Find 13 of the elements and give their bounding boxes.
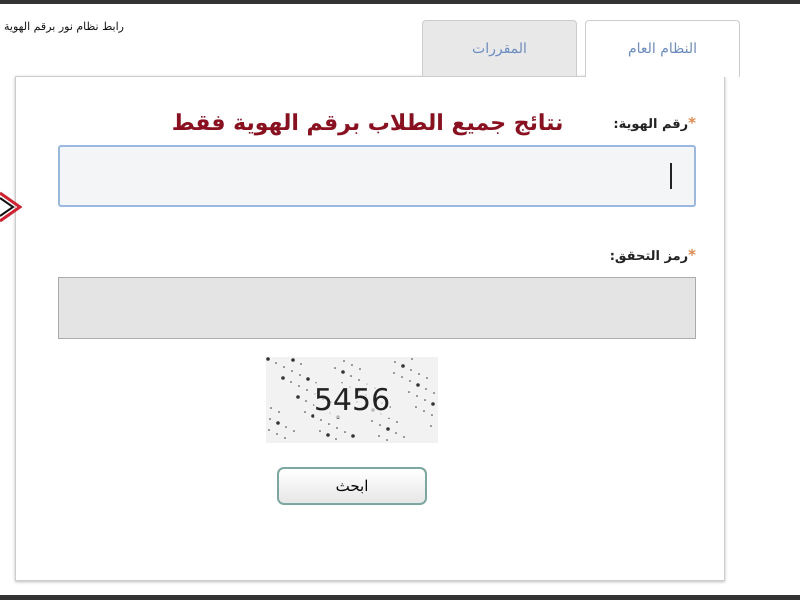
field-label: * رقم الهوية: (613, 114, 696, 132)
field-label: * رمز التحقق: (610, 246, 696, 264)
required-mark: * (688, 114, 696, 132)
search-button[interactable]: ابحث (277, 467, 427, 505)
tab[interactable]: النظام العام (585, 20, 740, 77)
heading-text: نتائج جميع الطلاب برقم الهوية فقط (172, 110, 564, 136)
input-field[interactable] (58, 277, 696, 339)
tab[interactable]: المقررات (422, 20, 577, 76)
input-field[interactable] (58, 145, 696, 207)
text-cursor-icon (670, 163, 672, 189)
captcha-code: 5456 (314, 382, 390, 418)
caption-text: رابط نظام نور برقم الهوية (4, 20, 124, 33)
required-mark: * (688, 246, 696, 264)
